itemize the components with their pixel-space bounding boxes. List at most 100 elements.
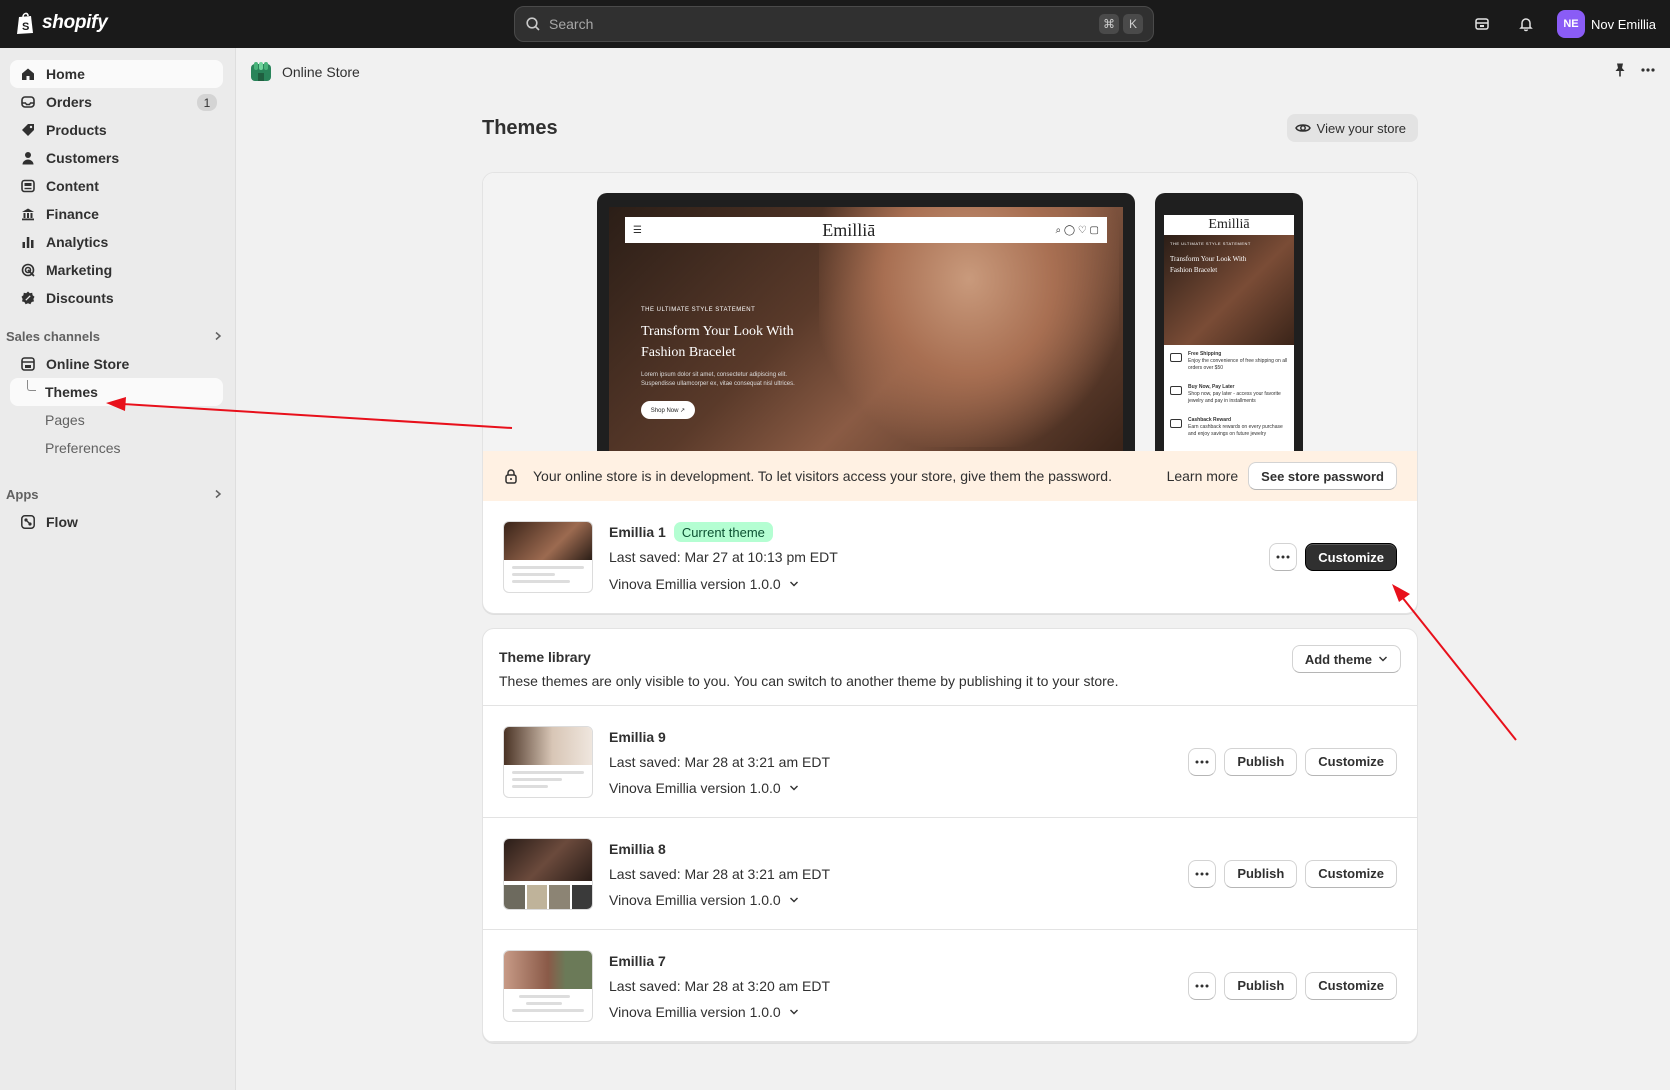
mobile-preview-headline: Transform Your Look With Fashion Bracele…: [1170, 255, 1247, 274]
brand-wordmark: shopify: [42, 12, 108, 33]
sidebar-item-label: Orders: [46, 94, 92, 110]
apps-label: Apps: [6, 486, 39, 502]
theme-thumbnail[interactable]: [503, 521, 593, 593]
pin-icon[interactable]: [1612, 62, 1628, 78]
development-message: Your online store is in development. To …: [533, 468, 1112, 484]
tree-connector: [27, 380, 36, 391]
orders-count-badge: 1: [197, 94, 217, 111]
current-theme-row: Emillia 1 Current theme Last saved: Mar …: [483, 501, 1417, 613]
theme-thumbnail[interactable]: [503, 837, 593, 910]
theme-actions: Publish Customize: [1188, 859, 1397, 888]
notifications-button[interactable]: [1509, 7, 1543, 41]
theme-actions: Customize: [1269, 543, 1397, 571]
user-menu[interactable]: NE Nov Emillia: [1556, 10, 1656, 38]
theme-library-title: Theme library: [499, 649, 591, 665]
theme-version: Vinova Emillia version 1.0.0: [609, 1004, 781, 1020]
customize-button[interactable]: Customize: [1305, 971, 1397, 1000]
store-icon: [1475, 18, 1489, 30]
search-bar[interactable]: ⌘ K: [514, 6, 1154, 42]
sidebar-item-label: Products: [46, 122, 107, 138]
cashback-icon: [1170, 419, 1182, 428]
theme-more-actions-button[interactable]: [1188, 747, 1217, 776]
theme-version: Vinova Emillia version 1.0.0: [609, 575, 781, 592]
breadcrumb[interactable]: Online Store: [282, 64, 360, 80]
customize-current-theme-button[interactable]: Customize: [1305, 543, 1397, 571]
library-theme-row: Emillia 8 Last saved: Mar 28 at 3:21 am …: [483, 818, 1417, 930]
publish-button[interactable]: Publish: [1224, 971, 1298, 1000]
feature-title: Buy Now, Pay Later: [1188, 384, 1235, 390]
more-options-icon: [1276, 555, 1290, 559]
more-options-icon: [1195, 760, 1209, 763]
top-bar: S shopify ⌘ K NE Nov Emillia: [0, 0, 1670, 48]
more-options-icon[interactable]: [1640, 62, 1656, 78]
customize-button[interactable]: Customize: [1305, 747, 1397, 776]
sidebar-item-flow[interactable]: Flow: [10, 508, 223, 536]
theme-library-subtitle: These themes are only visible to you. Yo…: [499, 673, 1119, 689]
sidebar-item-customers[interactable]: Customers: [10, 144, 223, 172]
theme-info: Emillia 1 Current theme Last saved: Mar …: [609, 521, 1269, 593]
theme-name: Emillia 9: [609, 728, 666, 745]
target-icon: [20, 262, 36, 278]
sidebar-item-analytics[interactable]: Analytics: [10, 228, 223, 256]
sidebar-subitem-pages[interactable]: Pages: [10, 406, 223, 434]
theme-version-toggle[interactable]: Vinova Emillia version 1.0.0: [609, 779, 1188, 798]
learn-more-link[interactable]: Learn more: [1167, 468, 1239, 484]
theme-version: Vinova Emillia version 1.0.0: [609, 892, 781, 908]
sidebar-subitem-preferences[interactable]: Preferences: [10, 434, 223, 462]
sidebar-subitem-themes[interactable]: Themes: [10, 378, 223, 406]
sidebar-item-discounts[interactable]: Discounts: [10, 284, 223, 312]
sales-channels-header[interactable]: Sales channels: [6, 322, 223, 350]
sidebar-item-label: Analytics: [46, 234, 109, 250]
theme-thumbnail[interactable]: [503, 949, 593, 1022]
theme-info: Emillia 9 Last saved: Mar 28 at 3:21 am …: [609, 726, 1188, 798]
sidebar-item-online-store[interactable]: Online Store: [10, 350, 223, 378]
home-icon: [20, 66, 36, 82]
search-input[interactable]: [549, 16, 1095, 32]
see-store-password-button[interactable]: See store password: [1248, 462, 1397, 490]
more-options-icon: [1195, 872, 1209, 875]
theme-more-actions-button[interactable]: [1188, 859, 1217, 888]
tag-icon: [20, 122, 36, 138]
chevron-down-icon: [789, 785, 798, 791]
theme-more-actions-button[interactable]: [1188, 971, 1217, 1000]
sidebar-item-label: Discounts: [46, 290, 114, 306]
flow-app-icon: [20, 514, 36, 530]
library-theme-row: Emillia 7 Last saved: Mar 28 at 3:20 am …: [483, 930, 1417, 1042]
sidebar-item-orders[interactable]: Orders 1: [10, 88, 223, 116]
preview-headline: Transform Your Look With Fashion Bracele…: [641, 324, 794, 360]
sidebar-item-finance[interactable]: Finance: [10, 200, 223, 228]
online-store-icon: [20, 356, 36, 372]
add-theme-button[interactable]: Add theme: [1291, 645, 1401, 673]
apps-header[interactable]: Apps: [6, 480, 223, 508]
view-store-button[interactable]: View your store: [1286, 114, 1418, 142]
shopify-logo[interactable]: S shopify: [16, 11, 108, 35]
theme-more-actions-button[interactable]: [1269, 543, 1298, 571]
eye-icon: [1294, 124, 1311, 132]
discount-icon: [20, 290, 36, 306]
user-name: Nov Emillia: [1590, 16, 1656, 32]
theme-last-saved: Last saved: Mar 28 at 3:20 am EDT: [609, 977, 830, 994]
current-theme-card: ☰ Emilliā ⌕ ◯ ♡ ▢ THE ULTIMATE STYLE STA…: [482, 172, 1418, 614]
customize-button[interactable]: Customize: [1305, 859, 1397, 888]
sidebar-item-products[interactable]: Products: [10, 116, 223, 144]
mobile-feature: Buy Now, Pay Later Shop now, pay later - …: [1164, 378, 1294, 411]
sidebar-subitem-label: Themes: [45, 384, 98, 400]
theme-version-toggle[interactable]: Vinova Emillia version 1.0.0: [609, 1003, 1188, 1022]
theme-thumbnail[interactable]: [503, 725, 593, 798]
publish-button[interactable]: Publish: [1224, 859, 1298, 888]
bar-chart-icon: [20, 234, 36, 250]
theme-actions: Publish Customize: [1188, 747, 1397, 776]
sidebar-item-content[interactable]: Content: [10, 172, 223, 200]
chevron-right-icon: [215, 331, 222, 341]
page-header: Online Store: [236, 48, 1670, 96]
theme-version-toggle[interactable]: Vinova Emillia version 1.0.0: [609, 891, 1188, 910]
sidebar-item-home[interactable]: Home: [10, 60, 223, 88]
store-switch-button[interactable]: [1465, 7, 1499, 41]
feature-title: Free Shipping: [1188, 351, 1222, 357]
theme-preview[interactable]: ☰ Emilliā ⌕ ◯ ♡ ▢ THE ULTIMATE STYLE STA…: [483, 173, 1417, 451]
theme-version-toggle[interactable]: Vinova Emillia version 1.0.0: [609, 574, 1269, 593]
sidebar-item-marketing[interactable]: Marketing: [10, 256, 223, 284]
chevron-down-icon: [789, 581, 798, 586]
publish-button[interactable]: Publish: [1224, 747, 1298, 776]
feature-text: Shop now, pay later - access your favori…: [1188, 391, 1281, 404]
